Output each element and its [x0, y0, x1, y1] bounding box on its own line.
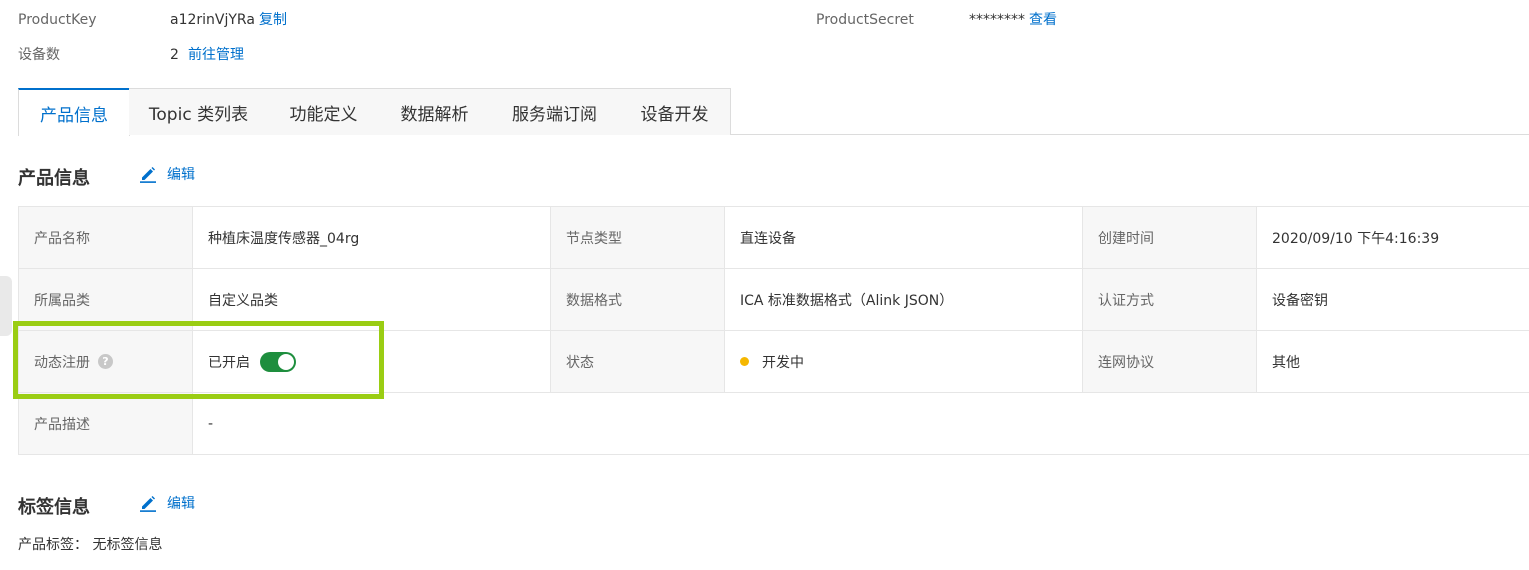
network-protocol-value: 其他 [1272, 354, 1300, 371]
tab-device-development[interactable]: 设备开发 [619, 88, 731, 135]
product-secret-value: ******** [969, 12, 1025, 28]
category-value: 自定义品类 [208, 292, 278, 309]
status-value-cell: 开发中 [725, 331, 1082, 392]
dynamic-register-label-cell: 动态注册 ? [18, 331, 193, 392]
created-time-value: 2020/09/10 下午4:16:39 [1272, 230, 1440, 247]
tab-function-definition[interactable]: 功能定义 [268, 88, 380, 135]
manage-devices-link[interactable]: 前往管理 [188, 45, 244, 65]
category-label: 所属品类 [18, 269, 193, 330]
product-key-value: a12rinVjYRa [170, 12, 255, 28]
status-dot-icon [740, 357, 749, 366]
table-row: 动态注册 ? 已开启 状态 开发中 连网协议 其他 [18, 331, 1529, 393]
toggle-knob [278, 353, 294, 370]
edit-tag-info-button[interactable]: 编辑 [139, 493, 195, 513]
dynamic-register-value: 已开启 [208, 354, 250, 371]
node-type-value: 直连设备 [740, 230, 796, 247]
product-tag-label: 产品标签： [18, 537, 88, 553]
dynamic-register-label: 动态注册 [34, 354, 90, 371]
data-format-value: ICA 标准数据格式（Alink JSON） [740, 292, 954, 309]
auth-method-value: 设备密钥 [1272, 292, 1328, 309]
tab-server-subscription[interactable]: 服务端订阅 [490, 88, 620, 135]
product-name-label: 产品名称 [18, 207, 193, 268]
edit-product-info-button[interactable]: 编辑 [139, 164, 195, 184]
view-product-secret-link[interactable]: 查看 [1029, 10, 1057, 30]
product-tag-line: 产品标签： 无标签信息 [18, 534, 162, 554]
data-format-label: 数据格式 [550, 269, 725, 330]
sidebar-collapse-handle[interactable] [0, 276, 12, 336]
created-time-label: 创建时间 [1082, 207, 1257, 268]
edit-label: 编辑 [167, 167, 195, 183]
tab-data-parsing[interactable]: 数据解析 [379, 88, 491, 135]
auth-method-label: 认证方式 [1082, 269, 1257, 330]
status-label: 状态 [550, 331, 725, 392]
dynamic-register-value-cell: 已开启 [193, 331, 550, 392]
description-value: - [208, 415, 214, 432]
product-secret-label: ProductSecret [816, 12, 914, 28]
description-label: 产品描述 [18, 393, 193, 454]
pencil-icon [140, 496, 156, 512]
pencil-icon [140, 167, 156, 183]
node-type-label: 节点类型 [550, 207, 725, 268]
product-name-value: 种植床温度传感器_04rg [208, 230, 360, 247]
table-row: 产品名称 种植床温度传感器_04rg 节点类型 直连设备 创建时间 2020/0… [18, 207, 1529, 269]
product-key-label: ProductKey [18, 12, 97, 28]
dynamic-register-toggle[interactable] [260, 351, 296, 372]
product-info-table: 产品名称 种植床温度传感器_04rg 节点类型 直连设备 创建时间 2020/0… [18, 206, 1529, 455]
copy-product-key-link[interactable]: 复制 [259, 10, 287, 30]
table-row: 所属品类 自定义品类 数据格式 ICA 标准数据格式（Alink JSON） 认… [18, 269, 1529, 331]
device-count-value: 2 [170, 47, 179, 63]
tag-info-title: 标签信息 [18, 497, 90, 518]
product-tabs: 产品信息 Topic 类列表 功能定义 数据解析 服务端订阅 设备开发 [18, 88, 1529, 136]
tab-topic-list[interactable]: Topic 类列表 [129, 88, 269, 135]
device-count-label: 设备数 [18, 47, 60, 63]
status-value: 开发中 [762, 354, 804, 371]
question-circle-icon[interactable]: ? [98, 354, 113, 369]
edit-label: 编辑 [167, 496, 195, 512]
tab-product-info[interactable]: 产品信息 [18, 88, 130, 136]
product-tag-value: 无标签信息 [92, 537, 163, 553]
product-info-title: 产品信息 [18, 168, 90, 189]
table-row: 产品描述 - [18, 393, 1529, 455]
network-protocol-label: 连网协议 [1082, 331, 1257, 392]
